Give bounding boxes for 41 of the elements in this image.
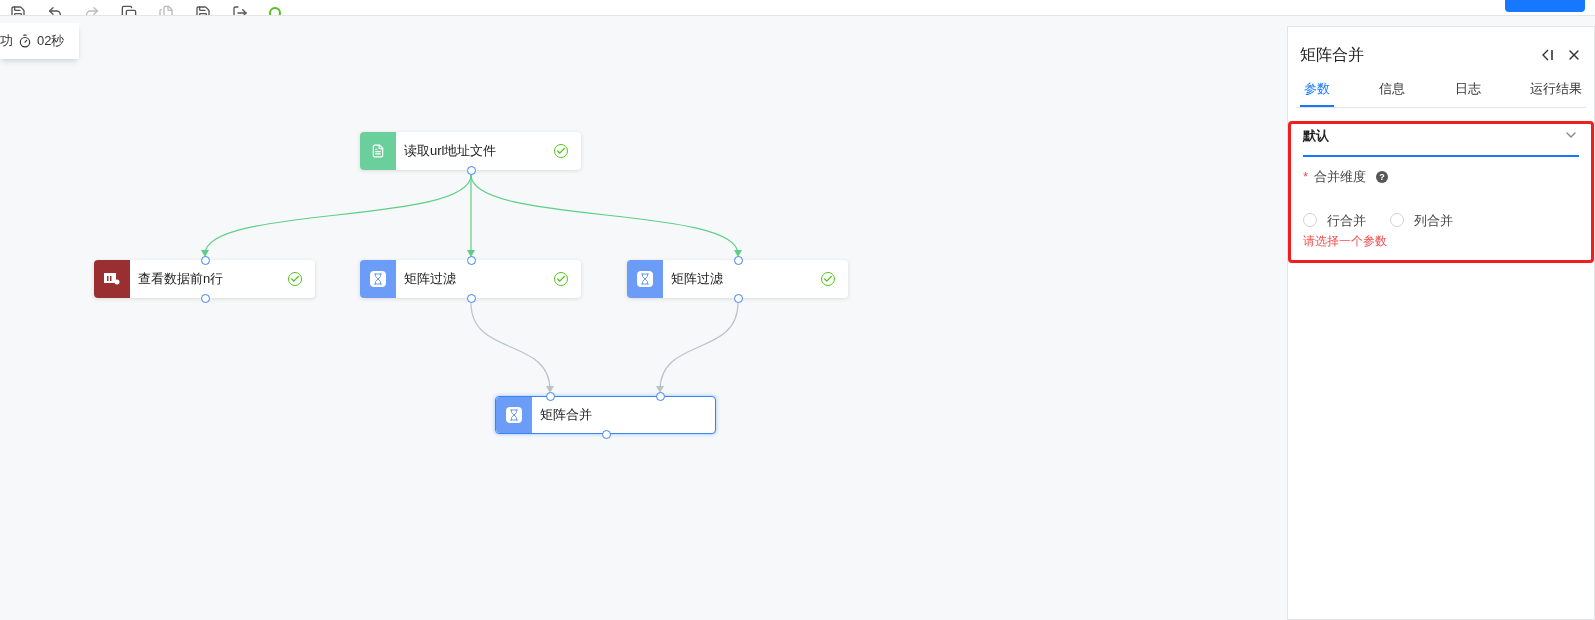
hourglass-icon: [370, 271, 386, 287]
radio-option[interactable]: 列合并: [1390, 210, 1453, 230]
hourglass-icon: [637, 271, 653, 287]
node-label: 矩阵过滤: [404, 270, 457, 289]
table-icon: [104, 273, 120, 285]
node-label: 矩阵合并: [540, 406, 593, 425]
required-mark: *: [1303, 168, 1309, 186]
timer-icon: [18, 34, 32, 48]
flow-node[interactable]: 矩阵过滤: [360, 260, 581, 298]
port[interactable]: [733, 293, 743, 303]
panel-tab[interactable]: 信息: [1375, 79, 1410, 107]
radio-option[interactable]: 行合并: [1303, 210, 1366, 230]
flow-node[interactable]: 读取url地址文件: [360, 132, 581, 170]
panel-tab[interactable]: 运行结果: [1526, 79, 1586, 107]
field-label: 合并维度: [1314, 168, 1367, 186]
port[interactable]: [545, 391, 555, 401]
flow-node[interactable]: 矩阵过滤: [627, 260, 848, 298]
panel-tab[interactable]: 参数: [1300, 79, 1334, 107]
help-icon: ?: [1376, 170, 1389, 183]
run-result: 功: [0, 32, 13, 51]
panel-title: 矩阵合并: [1300, 45, 1364, 65]
port[interactable]: [200, 293, 210, 303]
node-label: 查看数据前n行: [138, 270, 225, 289]
port[interactable]: [466, 293, 476, 303]
port[interactable]: [601, 429, 611, 439]
port[interactable]: [466, 165, 476, 175]
collapse-icon[interactable]: [1542, 48, 1554, 62]
node-label: 矩阵过滤: [671, 270, 724, 289]
error-message: 请选择一个参数: [1303, 233, 1388, 250]
panel-tab[interactable]: 日志: [1450, 79, 1485, 107]
port[interactable]: [466, 255, 476, 265]
hourglass-icon: [506, 407, 522, 423]
flow-node[interactable]: 矩阵合并: [495, 396, 716, 434]
port[interactable]: [655, 391, 665, 401]
node-label: 读取url地址文件: [404, 142, 498, 161]
port[interactable]: [200, 255, 210, 265]
section-header[interactable]: 默认: [1303, 123, 1579, 157]
flow-node[interactable]: 查看数据前n行: [94, 260, 315, 298]
document-icon: [371, 144, 385, 158]
port[interactable]: [733, 255, 743, 265]
run-duration: 02秒: [37, 32, 65, 51]
